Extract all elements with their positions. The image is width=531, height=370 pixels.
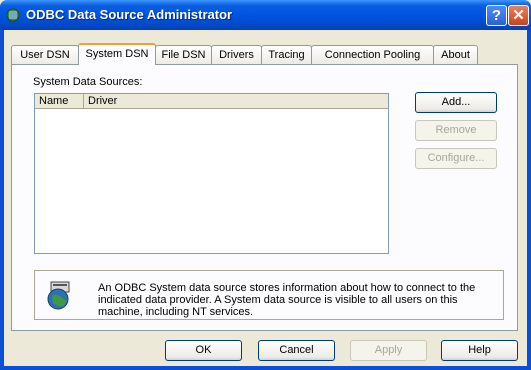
help-button[interactable]: Help bbox=[441, 340, 518, 361]
tab-user-dsn[interactable]: User DSN bbox=[11, 45, 79, 64]
tab-about[interactable]: About bbox=[433, 45, 478, 64]
info-text: An ODBC System data source stores inform… bbox=[98, 282, 476, 318]
help-title-button[interactable]: ? bbox=[486, 5, 507, 26]
odbc-app-icon bbox=[6, 8, 20, 22]
remove-button[interactable]: Remove bbox=[415, 120, 497, 141]
info-box: An ODBC System data source stores inform… bbox=[34, 270, 504, 320]
configure-button[interactable]: Configure... bbox=[415, 148, 497, 169]
tab-drivers[interactable]: Drivers bbox=[211, 45, 262, 64]
column-header-driver[interactable]: Driver bbox=[84, 94, 388, 109]
apply-button[interactable]: Apply bbox=[350, 340, 427, 361]
tab-tracing[interactable]: Tracing bbox=[261, 45, 312, 64]
window-title: ODBC Data Source Administrator bbox=[26, 7, 233, 22]
tab-connection-pooling[interactable]: Connection Pooling bbox=[311, 45, 434, 64]
system-data-sources-label: System Data Sources: bbox=[33, 76, 143, 88]
cancel-button[interactable]: Cancel bbox=[258, 340, 335, 361]
tab-file-dsn[interactable]: File DSN bbox=[155, 45, 212, 64]
window-frame-left bbox=[0, 30, 4, 370]
data-source-globe-icon bbox=[47, 281, 70, 310]
window-frame-right bbox=[527, 30, 531, 370]
close-button[interactable]: ✕ bbox=[508, 5, 529, 26]
title-bar[interactable]: ODBC Data Source Administrator ? ✕ bbox=[0, 0, 531, 30]
window-frame-bottom bbox=[0, 366, 531, 370]
tab-system-dsn[interactable]: System DSN bbox=[78, 43, 156, 65]
add-button[interactable]: Add... bbox=[415, 92, 497, 113]
ok-button[interactable]: OK bbox=[165, 340, 242, 361]
column-header-name[interactable]: Name bbox=[35, 94, 84, 109]
system-data-sources-list[interactable]: Name Driver bbox=[34, 93, 389, 254]
